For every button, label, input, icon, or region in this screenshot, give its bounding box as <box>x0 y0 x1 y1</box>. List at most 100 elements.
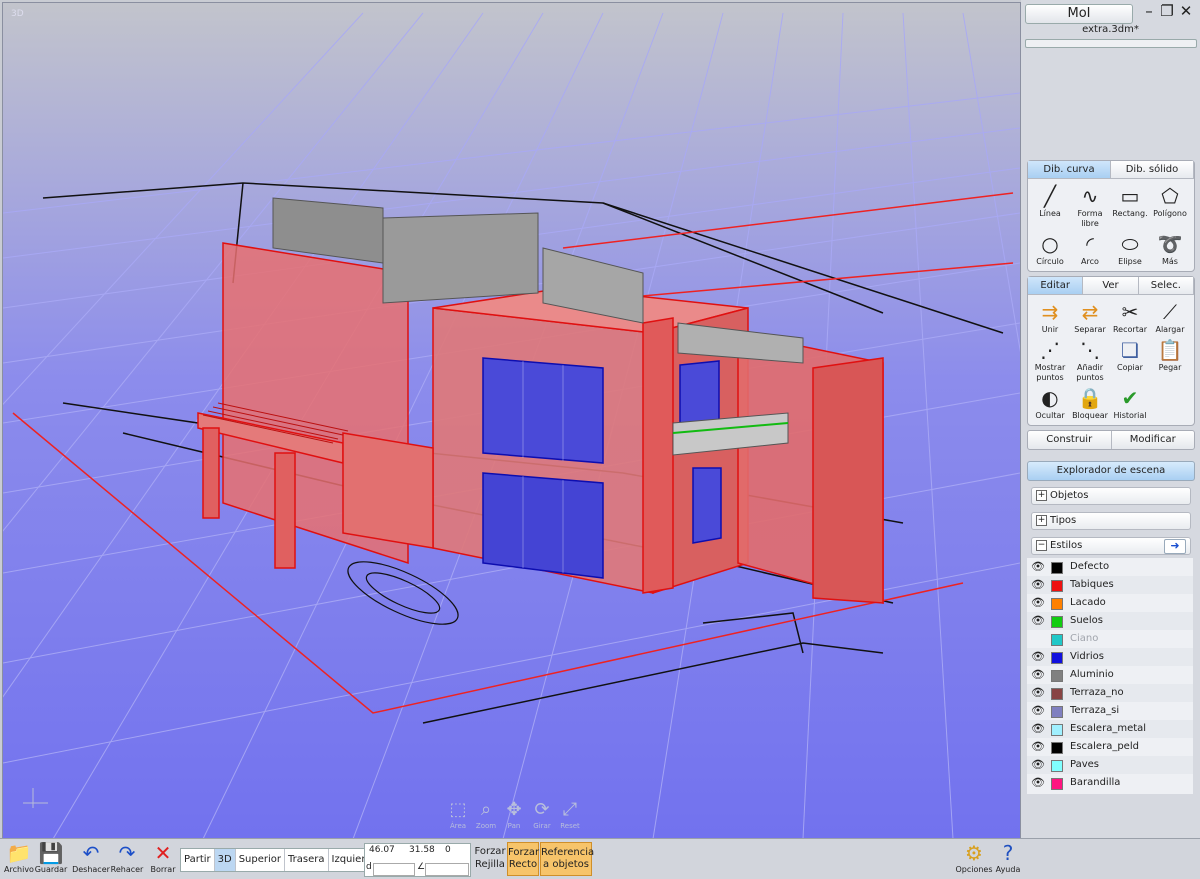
style-row[interactable]: 👁 Aluminio <box>1027 666 1193 684</box>
minimize-icon[interactable]: – <box>1141 3 1157 19</box>
show-points-icon: ⋰ <box>1040 338 1060 362</box>
ellipse-tool[interactable]: ⬭ Elipse <box>1110 231 1150 267</box>
eye-icon[interactable]: 👁 <box>1031 720 1045 738</box>
style-row[interactable]: 👁 Lacado <box>1027 594 1193 612</box>
area-zoom-button[interactable]: ⬚ Área <box>444 798 472 838</box>
circle-tool[interactable]: ○ Círculo <box>1030 231 1070 267</box>
style-row[interactable]: 👁 Terraza_no <box>1027 684 1193 702</box>
eye-icon[interactable]: 👁 <box>1031 756 1045 774</box>
section-objects[interactable]: + Objetos <box>1031 487 1191 505</box>
style-row[interactable]: 👁 Barandilla <box>1027 774 1193 792</box>
tab-select[interactable]: Selec. <box>1138 277 1194 295</box>
eye-icon[interactable]: 👁 <box>1031 648 1045 666</box>
separate-tool[interactable]: ⇄ Separar <box>1070 299 1110 335</box>
rectangle-tool[interactable]: ▭ Rectang. <box>1110 183 1150 219</box>
style-swatch[interactable] <box>1051 742 1063 754</box>
snap-grid-toggle[interactable]: Forzar Rejilla <box>474 845 506 871</box>
eye-icon[interactable]: 👁 <box>1031 774 1045 792</box>
eye-icon[interactable]: 👁 <box>1031 558 1045 576</box>
style-row[interactable]: 👁 Terraza_si <box>1027 702 1193 720</box>
scene-explorer-header[interactable]: Explorador de escena <box>1027 461 1195 481</box>
trim-tool[interactable]: ✂ Recortar <box>1110 299 1150 335</box>
view-split[interactable]: Partir <box>181 849 215 871</box>
style-swatch[interactable] <box>1051 724 1063 736</box>
redo-button[interactable]: ↷ Rehacer <box>110 841 144 875</box>
style-row[interactable]: 👁 Tabiques <box>1027 576 1193 594</box>
undo-icon: ↶ <box>82 841 100 865</box>
style-row[interactable]: Ciano <box>1027 630 1193 648</box>
save-button[interactable]: 💾 Guardar <box>34 841 68 875</box>
arrow-right-icon[interactable]: ➜ <box>1164 539 1186 554</box>
style-swatch[interactable] <box>1051 616 1063 628</box>
construct-button[interactable]: Construir <box>1028 431 1112 449</box>
eye-icon[interactable]: 👁 <box>1031 612 1045 630</box>
add-point-icon: ⋱ <box>1080 338 1100 362</box>
style-swatch[interactable] <box>1051 562 1063 574</box>
arc-tool[interactable]: ◜ Arco <box>1070 231 1110 267</box>
hide-tool[interactable]: ◐ Ocultar <box>1030 385 1070 421</box>
angle-input[interactable] <box>425 863 469 876</box>
add-points-tool[interactable]: ⋱ Añadir puntos <box>1070 337 1110 383</box>
paste-tool[interactable]: 📋 Pegar <box>1150 337 1190 373</box>
tab-draw-curve[interactable]: Dib. curva <box>1028 161 1111 179</box>
join-tool[interactable]: ⇉ Unir <box>1030 299 1070 335</box>
eye-icon[interactable]: 👁 <box>1031 684 1045 702</box>
pan-button[interactable]: ✥ Pan <box>500 798 528 838</box>
style-swatch[interactable] <box>1051 688 1063 700</box>
eye-icon[interactable]: 👁 <box>1031 666 1045 684</box>
options-button[interactable]: ⚙ Opciones <box>954 841 994 875</box>
eye-icon[interactable]: 👁 <box>1031 702 1045 720</box>
style-swatch[interactable] <box>1051 580 1063 592</box>
eye-icon[interactable]: 👁 <box>1031 738 1045 756</box>
style-swatch[interactable] <box>1051 652 1063 664</box>
file-button[interactable]: 📁 Archivo <box>2 841 36 875</box>
style-swatch[interactable] <box>1051 634 1063 646</box>
lock-tool[interactable]: 🔒 Bloquear <box>1070 385 1110 421</box>
style-swatch[interactable] <box>1051 760 1063 772</box>
style-row[interactable]: 👁 Suelos <box>1027 612 1193 630</box>
eye-icon[interactable]: 👁 <box>1031 594 1045 612</box>
tab-draw-solid[interactable]: Dib. sólido <box>1111 161 1194 179</box>
extend-tool[interactable]: ⟋ Alargar <box>1150 299 1190 335</box>
snap-straight-toggle[interactable]: Forzar Recto <box>507 842 539 876</box>
style-row[interactable]: 👁 Escalera_metal <box>1027 720 1193 738</box>
view-3d[interactable]: 3D <box>214 849 236 871</box>
rotate-button[interactable]: ⟳ Girar <box>528 798 556 838</box>
style-row[interactable]: 👁 Paves <box>1027 756 1193 774</box>
style-swatch[interactable] <box>1051 778 1063 790</box>
view-back[interactable]: Trasera <box>285 849 329 871</box>
close-icon[interactable]: ✕ <box>1178 3 1194 19</box>
zoom-button[interactable]: ⌕ Zoom <box>472 798 500 838</box>
restore-window-icon[interactable]: ❐ <box>1159 3 1175 19</box>
style-swatch[interactable] <box>1051 598 1063 610</box>
app-menu-button[interactable]: MoI <box>1025 4 1133 24</box>
style-row[interactable]: 👁 Escalera_peld <box>1027 738 1193 756</box>
reset-view-button[interactable]: ⤢ Reset <box>556 798 584 838</box>
object-snap-toggle[interactable]: Referencia a objetos <box>540 842 594 876</box>
help-button[interactable]: ? Ayuda <box>994 841 1022 875</box>
lock-icon: 🔒 <box>1077 386 1103 410</box>
polygon-tool[interactable]: ⬠ Polígono <box>1150 183 1190 219</box>
tab-edit[interactable]: Editar <box>1028 277 1084 295</box>
modify-button[interactable]: Modificar <box>1112 431 1195 449</box>
tab-view[interactable]: Ver <box>1083 277 1139 295</box>
show-points-tool[interactable]: ⋰ Mostrar puntos <box>1030 337 1070 383</box>
copy-tool[interactable]: ❏ Copiar <box>1110 337 1150 373</box>
style-swatch[interactable] <box>1051 706 1063 718</box>
more-tools[interactable]: ➰ Más <box>1150 231 1190 267</box>
distance-input[interactable] <box>373 863 415 876</box>
line-tool[interactable]: ╱ Línea <box>1030 183 1070 219</box>
section-styles[interactable]: − Estilos ➜ <box>1031 537 1191 555</box>
view-top[interactable]: Superior <box>236 849 286 871</box>
undo-button[interactable]: ↶ Deshacer <box>72 841 110 875</box>
eye-icon[interactable]: 👁 <box>1031 576 1045 594</box>
section-types[interactable]: + Tipos <box>1031 512 1191 530</box>
style-swatch[interactable] <box>1051 670 1063 682</box>
styles-list: 👁 Defecto 👁 Tabiques 👁 Lacado 👁 Suelos Ciano… <box>1027 558 1193 794</box>
style-row[interactable]: 👁 Defecto <box>1027 558 1193 576</box>
delete-button[interactable]: ✕ Borrar <box>148 841 178 875</box>
history-tool[interactable]: ✔ Historial <box>1110 385 1150 421</box>
style-row[interactable]: 👁 Vidrios <box>1027 648 1193 666</box>
freeform-tool[interactable]: ∿ Forma libre <box>1070 183 1110 229</box>
viewport-3d[interactable]: 3D ⬚ Área ⌕ Zoom ✥ Pan ⟳ Girar ⤢ Reset <box>2 2 1021 840</box>
